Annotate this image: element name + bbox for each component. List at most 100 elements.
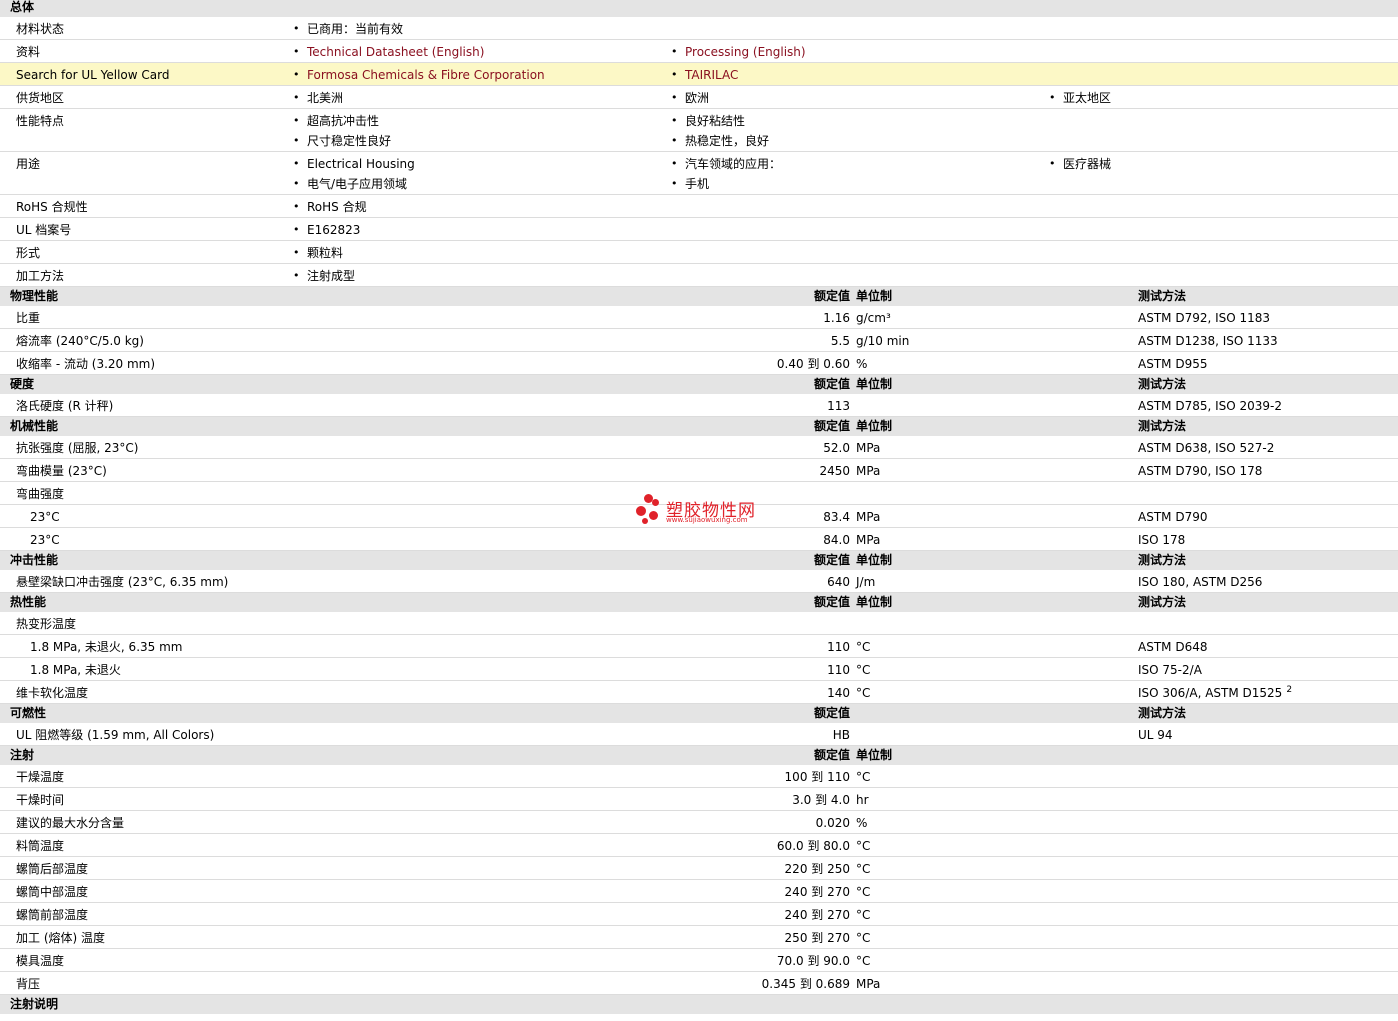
column-header-method: 测试方法 [1138,377,1187,391]
link-item[interactable]: TAIRILAC [671,68,738,82]
property-label: 维卡软化温度 [16,686,89,700]
property-unit: °C [856,770,871,784]
test-method: ASTM D648 [1138,640,1207,654]
section-header: 注射说明 [0,995,1398,1014]
column-header-unit: 单位制 [856,289,893,303]
section-title: 注射 [10,748,35,762]
test-method-text: ASTM D1238, ISO 1133 [1138,334,1278,348]
column-header-unit: 单位制 [856,595,893,609]
bullet-item: 欧洲 [671,91,709,105]
row-label: 资料 [16,45,41,59]
row-label: 用途 [16,157,41,171]
test-method-text: ASTM D792, ISO 1183 [1138,311,1271,325]
bullet-text: E162823 [307,223,361,237]
property-label: 背压 [16,977,41,991]
property-label: 比重 [16,311,41,325]
general-row: 加工方法 注射成型 [0,264,1398,287]
property-row: 建议的最大水分含量 0.020% [0,811,1398,834]
property-value: 640 [827,575,850,589]
property-label: 螺筒前部温度 [16,908,89,922]
property-row: 比重 1.16 g/cm³ ASTM D792, ISO 1183 [0,306,1398,329]
bullet-item: 热稳定性，良好 [671,134,769,148]
general-row: 用途 Electrical Housing 电气/电子应用领域 汽车领域的应用： 手机 医… [0,152,1398,195]
link-item[interactable]: Technical Datasheet (English) [293,45,484,59]
link-item[interactable]: Formosa Chemicals & Fibre Corporation [293,68,545,82]
link-text[interactable]: TAIRILAC [685,68,738,82]
section-title: 可燃性 [10,706,47,720]
bullet-item: 汽车领域的应用： [671,157,781,171]
row-label: UL 档案号 [16,223,72,237]
property-unit: MPa [856,510,881,524]
property-unit: % [856,816,868,830]
test-method-text: ASTM D790, ISO 178 [1138,464,1263,478]
property-label: 23°C [30,510,60,524]
column-header-method: 测试方法 [1138,595,1187,609]
test-method-text: UL 94 [1138,728,1173,742]
test-method-text: ASTM D785, ISO 2039-2 [1138,399,1283,413]
bullet-item: 北美洲 [293,91,343,105]
section-header: 物理性能 额定值 单位制 测试方法 [0,287,1398,306]
column-header-nominal: 额定值 [813,553,850,567]
property-unit: MPa [856,977,881,991]
bullet-text: 医疗器械 [1063,157,1112,171]
property-value: 113 [827,399,850,413]
property-label: 干燥温度 [16,770,65,784]
column-header-nominal: 额定值 [813,419,850,433]
bullet-item: 已商用：当前有效 [293,22,404,36]
link-text[interactable]: Processing (English) [685,45,806,59]
property-unit: g/cm³ [856,311,891,325]
property-value: 3.0 到 4.0 [792,793,850,807]
property-value: 83.4 [823,510,850,524]
property-label: 料筒温度 [16,839,65,853]
property-value: 220 到 250 [784,862,850,876]
bullet-item: 手机 [671,177,709,191]
property-unit: °C [856,686,871,700]
link-text[interactable]: Formosa Chemicals & Fibre Corporation [307,68,545,82]
bullet-item: 良好粘结性 [671,114,746,128]
column-header-nominal: 额定值 [813,377,850,391]
bullet-item: Electrical Housing [293,157,415,171]
property-row: UL 阻燃等级 (1.59 mm, All Colors) HB UL 94 [0,723,1398,746]
column-header-nominal: 额定值 [813,706,850,720]
bullet-text: 尺寸稳定性良好 [307,134,392,148]
property-value: HB [832,728,850,742]
property-unit: °C [856,640,871,654]
property-unit: g/10 min [856,334,910,348]
property-value: 60.0 到 80.0 [776,839,850,853]
property-unit: MPa [856,533,881,547]
property-label: 1.8 MPa, 未退火 [30,663,121,677]
property-value: 250 到 270 [784,931,850,945]
bullet-item: RoHS 合规 [293,200,367,214]
property-label: UL 阻燃等级 (1.59 mm, All Colors) [16,728,215,742]
column-header-nominal: 额定值 [813,289,850,303]
row-label[interactable]: Search for UL Yellow Card [16,68,169,82]
property-value: 110 [827,640,850,654]
test-method: ISO 178 [1138,533,1185,547]
bullet-text: 亚太地区 [1063,91,1112,105]
section-header: 冲击性能 额定值 单位制 测试方法 [0,551,1398,570]
property-unit: °C [856,908,871,922]
link-text[interactable]: Technical Datasheet (English) [307,45,484,59]
bullet-item: 颗粒料 [293,246,343,260]
general-row: UL 档案号 E162823 [0,218,1398,241]
column-header-unit: 单位制 [856,553,893,567]
bullet-text: 良好粘结性 [685,114,746,128]
property-label: 悬壁梁缺口冲击强度 (23°C, 6.35 mm) [16,575,229,589]
row-label: 性能特点 [16,114,65,128]
property-row: 加工 (熔体) 温度 250 到 270 °C [0,926,1398,949]
test-method-text: ASTM D790 [1138,510,1208,524]
property-value: 84.0 [823,533,850,547]
property-unit: hr [856,793,869,807]
link-item[interactable]: Processing (English) [671,45,806,59]
general-row: 材料状态 已商用：当前有效 [0,17,1398,40]
test-method: ASTM D955 [1138,357,1207,371]
property-label: 熔流率 (240°C/5.0 kg) [16,334,144,348]
bullet-text: 超高抗冲击性 [307,114,380,128]
property-row: 洛氏硬度 (R 计秤) 113 ASTM D785, ISO 2039-2 [0,394,1398,417]
bullet-text: 已商用：当前有效 [307,22,404,36]
watermark-url: www.sujiaowuxing.com [666,516,748,524]
property-unit: °C [856,954,871,968]
section-title: 注射说明 [10,997,59,1011]
bullet-text: Electrical Housing [307,157,415,171]
property-value: 240 到 270 [784,885,850,899]
